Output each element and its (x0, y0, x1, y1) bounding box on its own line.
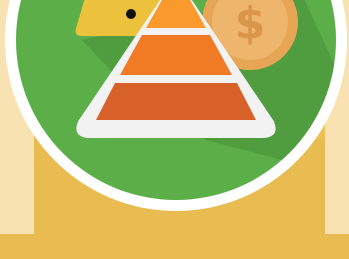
pyramid-bottom-tier (96, 83, 256, 120)
illustration-scene: $ (0, 0, 349, 259)
emblem-graphic: $ (5, 0, 347, 211)
coin-symbol: $ (235, 0, 266, 49)
